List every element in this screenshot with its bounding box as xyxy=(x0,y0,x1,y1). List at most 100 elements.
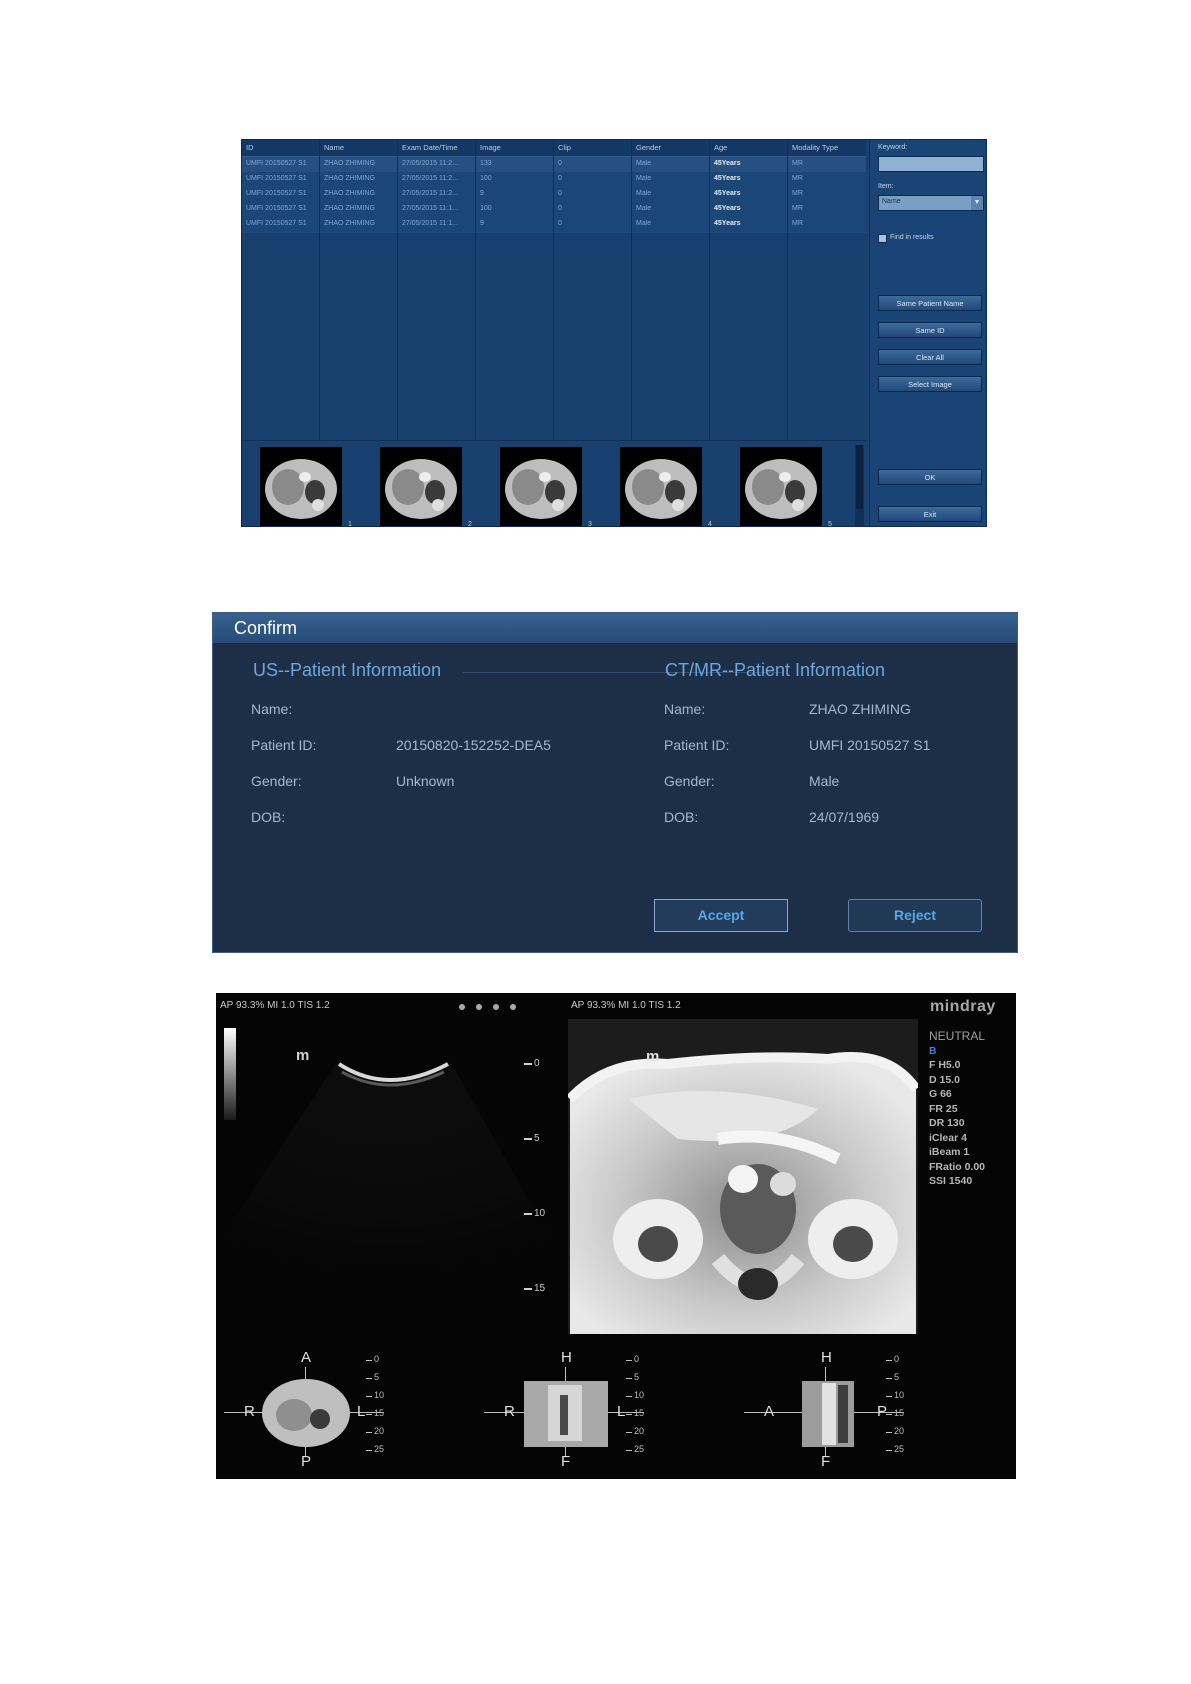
image-thumbnail[interactable] xyxy=(740,447,822,526)
mini-scale-label: 25 xyxy=(374,1444,385,1454)
cell-id: UMFI 20150527 S1 xyxy=(246,220,307,227)
cell-image: 9 xyxy=(480,220,484,227)
table-row[interactable]: UMFI 20150527 S1 ZHAO ZHIMING 27/05/2015 1… xyxy=(242,157,866,173)
orthogonal-view[interactable]: H F A P 0 5 10 15 20 25 xyxy=(736,1349,996,1473)
ctmr-dob-value: 24/07/1969 xyxy=(809,809,880,825)
mode-label: B xyxy=(929,1044,937,1057)
orientation-label-top: H xyxy=(821,1349,832,1366)
cell-name: ZHAO ZHIMING xyxy=(324,160,375,167)
depth-tick xyxy=(524,1138,532,1140)
mindray-logo: mindray xyxy=(930,998,996,1015)
exam-list-header: ID Name Exam Date/Time Image Clip Gender… xyxy=(242,140,866,157)
us-name-label: Name: xyxy=(251,701,293,717)
mini-depth-scale: 0 5 10 15 20 25 xyxy=(626,1354,656,1466)
exam-list: ID Name Exam Date/Time Image Clip Gender… xyxy=(242,140,866,440)
orientation-label-right: L xyxy=(357,1403,366,1420)
item-select[interactable]: Name ▼ xyxy=(878,195,984,211)
thumbnail-number: 2 xyxy=(468,521,472,527)
same-patient-name-button[interactable]: Same Patient Name xyxy=(878,295,982,311)
cell-modality: MR xyxy=(792,190,803,197)
col-header-gender[interactable]: Gender xyxy=(636,143,661,152)
cell-clip: 0 xyxy=(558,190,562,197)
thumbnail-number: 3 xyxy=(588,521,592,527)
find-in-results-checkbox[interactable] xyxy=(878,234,887,243)
image-thumbnail[interactable] xyxy=(260,447,342,526)
table-row[interactable]: UMFI 20150527 S1 ZHAO ZHIMING 27/05/2015 1… xyxy=(242,172,866,188)
thumbnail-number: 5 xyxy=(828,521,832,527)
clear-all-button[interactable]: Clear All xyxy=(878,349,982,365)
col-header-image[interactable]: Image xyxy=(480,143,501,152)
col-header-name[interactable]: Name xyxy=(324,143,344,152)
column-divider xyxy=(553,140,554,440)
mini-scale-tick xyxy=(886,1432,892,1433)
param-ssi: SSI 1540 xyxy=(929,1175,973,1187)
col-header-id[interactable]: ID xyxy=(246,143,254,152)
page-dot[interactable] xyxy=(476,1004,482,1010)
image-thumbnail[interactable] xyxy=(380,447,462,526)
mini-scale-tick xyxy=(886,1414,892,1415)
mini-scale-tick xyxy=(626,1360,632,1361)
ok-button[interactable]: OK xyxy=(878,469,982,485)
accept-button[interactable]: Accept xyxy=(654,899,788,932)
page-dot[interactable] xyxy=(493,1004,499,1010)
mini-scale-label: 15 xyxy=(894,1408,905,1418)
orthogonal-view[interactable]: H F R L 0 5 10 15 20 25 xyxy=(476,1349,736,1473)
cell-age: 45Years xyxy=(714,220,741,227)
table-row[interactable]: UMFI 20150527 S1 ZHAO ZHIMING 27/05/2015 1… xyxy=(242,202,866,218)
depth-tick xyxy=(524,1063,532,1065)
us-gender-label: Gender: xyxy=(251,773,302,789)
chevron-down-icon[interactable]: ▼ xyxy=(971,196,983,210)
us-acoustic-output: AP 93.3% MI 1.0 TIS 1.2 xyxy=(220,1000,330,1011)
column-divider xyxy=(787,140,788,440)
page-dot[interactable] xyxy=(459,1004,465,1010)
orthogonal-view[interactable]: A P R L 0 5 10 15 20 25 xyxy=(216,1349,476,1473)
col-header-exam-date[interactable]: Exam Date/Time xyxy=(402,143,458,152)
col-header-modality[interactable]: Modality Type xyxy=(792,143,838,152)
cell-gender: Male xyxy=(636,190,652,197)
select-image-button[interactable]: Select Image xyxy=(878,376,982,392)
probe-marker-us: m xyxy=(296,1047,310,1064)
dialog-title-bar xyxy=(213,613,1017,643)
column-divider xyxy=(631,140,632,440)
same-id-button[interactable]: Same ID xyxy=(878,322,982,338)
mini-scale-label: 20 xyxy=(894,1426,905,1436)
cell-age: 45Years xyxy=(714,205,741,212)
mini-scale-tick xyxy=(886,1396,892,1397)
reject-button[interactable]: Reject xyxy=(848,899,982,932)
col-header-clip[interactable]: Clip xyxy=(558,143,571,152)
imaging-parameters: NEUTRAL B F H5.0 D 15.0 G 66 FR 25 DR 13… xyxy=(929,1029,985,1189)
exit-button[interactable]: Exit xyxy=(878,506,982,522)
scrollbar-thumb[interactable] xyxy=(856,445,863,509)
page-dot[interactable] xyxy=(510,1004,516,1010)
mini-scale-label: 10 xyxy=(894,1390,905,1400)
keyword-label: Keyword: xyxy=(878,144,908,151)
cell-clip: 0 xyxy=(558,205,562,212)
orientation-label-top: H xyxy=(561,1349,572,1366)
thumbnail-strip: 1 2 3 4 5 xyxy=(242,440,866,527)
mr-image xyxy=(568,1019,918,1334)
mini-scale-tick xyxy=(366,1360,372,1361)
cell-age: 45Years xyxy=(714,160,741,167)
table-row[interactable]: UMFI 20150527 S1 ZHAO ZHIMING 27/05/2015 1… xyxy=(242,187,866,203)
cell-id: UMFI 20150527 S1 xyxy=(246,205,307,212)
mini-depth-scale: 0 5 10 15 20 25 xyxy=(886,1354,916,1466)
orientation-label-top: A xyxy=(301,1349,312,1366)
image-thumbnail[interactable] xyxy=(500,447,582,526)
cell-modality: MR xyxy=(792,205,803,212)
thumbnail-scrollbar[interactable] xyxy=(855,445,864,526)
mini-scale-label: 0 xyxy=(894,1354,900,1364)
ultrasound-image xyxy=(216,1062,556,1298)
param-ibeam: iBeam 1 xyxy=(929,1146,970,1158)
mini-scale-label: 15 xyxy=(634,1408,645,1418)
fusion-imaging-screen: AP 93.3% MI 1.0 TIS 1.2 AP 93.3% MI 1.0 … xyxy=(216,993,1016,1479)
image-thumbnail[interactable] xyxy=(620,447,702,526)
ctmr-id-label: Patient ID: xyxy=(664,737,730,753)
table-row[interactable]: UMFI 20150527 S1 ZHAO ZHIMING 27/05/2015 1… xyxy=(242,217,866,233)
ctmr-id-value: UMFI 20150527 S1 xyxy=(809,737,931,753)
keyword-input[interactable] xyxy=(878,156,984,172)
mini-scale-tick xyxy=(366,1432,372,1433)
orientation-label-right: L xyxy=(617,1403,626,1420)
mini-scale-tick xyxy=(626,1396,632,1397)
col-header-age[interactable]: Age xyxy=(714,143,727,152)
mini-scale-label: 15 xyxy=(374,1408,385,1418)
